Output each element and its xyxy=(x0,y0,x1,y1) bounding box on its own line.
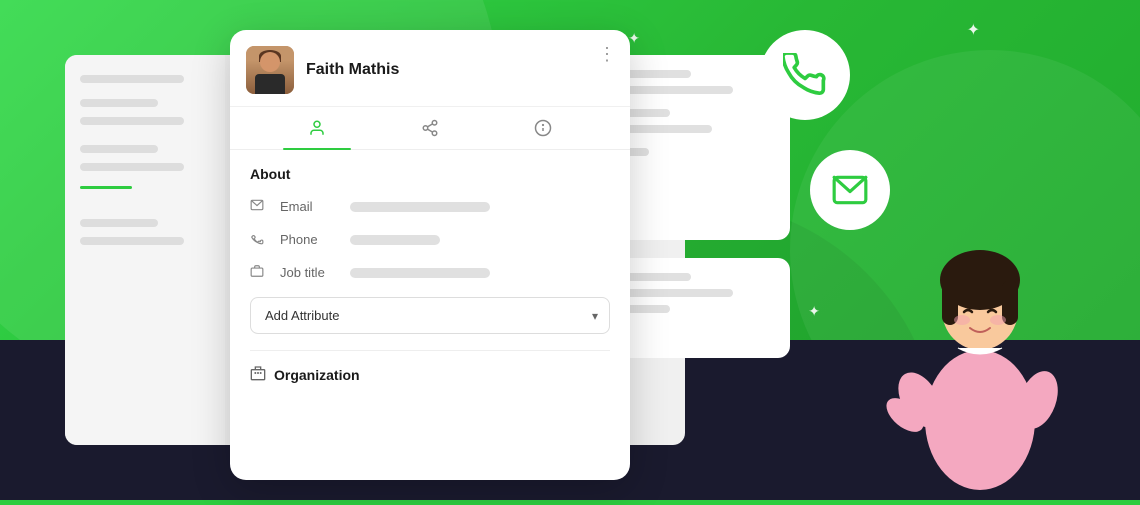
card-header: Faith Mathis ⋮ xyxy=(230,30,630,107)
character-illustration xyxy=(880,200,1080,500)
sparkle-icon-5: ✦ xyxy=(808,303,820,320)
email-icon-circle xyxy=(810,150,890,230)
avatar xyxy=(246,46,294,94)
organization-icon xyxy=(250,365,266,384)
jobtitle-field-icon xyxy=(250,264,270,281)
phone-label: Phone xyxy=(280,232,340,247)
jobtitle-field-row: Job title xyxy=(250,264,610,281)
email-field-row: Email xyxy=(250,198,610,215)
add-attribute-select[interactable]: Add Attribute xyxy=(250,297,610,334)
email-field-icon xyxy=(250,198,270,215)
organization-title: Organization xyxy=(250,365,610,384)
share-icon xyxy=(421,119,439,137)
email-value xyxy=(350,202,490,212)
tab-about[interactable] xyxy=(260,107,373,149)
phone-icon xyxy=(783,53,827,97)
phone-field-icon xyxy=(250,231,270,248)
contact-card: Faith Mathis ⋮ About xyxy=(230,30,630,480)
person-icon xyxy=(308,119,326,137)
phone-field-row: Phone xyxy=(250,231,610,248)
tab-info[interactable] xyxy=(487,107,600,149)
jobtitle-label: Job title xyxy=(280,265,340,280)
sparkle-icon-2: ✦ xyxy=(628,30,640,47)
organization-label: Organization xyxy=(274,367,360,383)
email-icon xyxy=(831,171,869,209)
organization-section: Organization xyxy=(250,350,610,384)
contact-name: Faith Mathis xyxy=(306,61,614,79)
card-body: About Email Phone xyxy=(230,150,630,400)
sparkle-icon-4: ✦ xyxy=(967,20,980,40)
tab-share[interactable] xyxy=(373,107,486,149)
sidebar-simulation xyxy=(65,55,225,445)
add-attribute-wrapper[interactable]: Add Attribute ▾ xyxy=(250,297,610,334)
phone-value xyxy=(350,235,440,245)
about-section-title: About xyxy=(250,166,610,182)
info-icon xyxy=(534,119,552,137)
add-attribute-row: Add Attribute ▾ xyxy=(250,297,610,334)
card-tabs xyxy=(230,107,630,150)
phone-icon-circle xyxy=(760,30,850,120)
jobtitle-value xyxy=(350,268,490,278)
email-label: Email xyxy=(280,199,340,214)
more-options-icon[interactable]: ⋮ xyxy=(598,44,616,65)
